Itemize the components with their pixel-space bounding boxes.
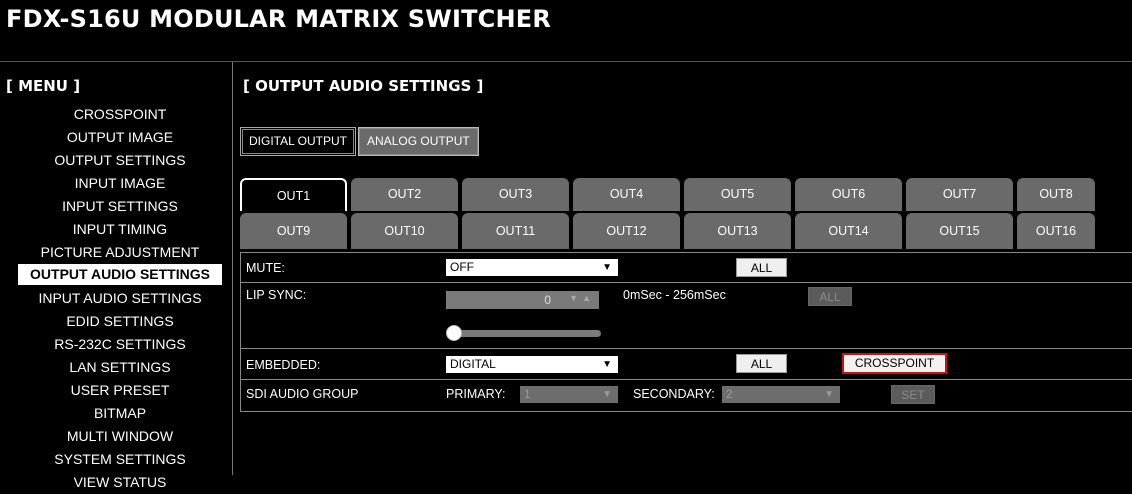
menu-item-input-timing[interactable]: INPUT TIMING <box>18 217 222 240</box>
row-mute: MUTE: OFF ▼ ALL <box>241 253 1132 283</box>
mute-select[interactable]: OFF ▼ <box>446 259 618 276</box>
tab-out5[interactable]: OUT5 <box>684 178 791 211</box>
menu-item-input-image[interactable]: INPUT IMAGE <box>18 171 222 194</box>
secondary-select-value: 2 <box>726 387 733 401</box>
tab-out15[interactable]: OUT15 <box>906 213 1013 249</box>
chevron-down-icon: ▼ <box>824 389 834 400</box>
tab-out9[interactable]: OUT9 <box>240 213 347 249</box>
tab-out10[interactable]: OUT10 <box>351 213 458 249</box>
sdi-set-button[interactable]: SET <box>891 385 935 404</box>
secondary-label: SECONDARY: <box>633 387 715 401</box>
menu-item-input-settings[interactable]: INPUT SETTINGS <box>18 194 222 217</box>
menu-item-rs232c-settings[interactable]: RS-232C SETTINGS <box>18 332 222 355</box>
menu-item-lan-settings[interactable]: LAN SETTINGS <box>18 355 222 378</box>
tab-out8[interactable]: OUT8 <box>1017 178 1095 211</box>
menu-item-edid-settings[interactable]: EDID SETTINGS <box>18 309 222 332</box>
tab-out1[interactable]: OUT1 <box>240 178 347 211</box>
menu-item-multi-window[interactable]: MULTI WINDOW <box>18 424 222 447</box>
tab-out16[interactable]: OUT16 <box>1017 213 1095 249</box>
primary-label: PRIMARY: <box>446 387 506 401</box>
menu-item-crosspoint[interactable]: CROSSPOINT <box>18 102 222 125</box>
settings-table: MUTE: OFF ▼ ALL LIP SYNC: 0 ▼▲ 0mSec - 2… <box>240 252 1132 412</box>
row-lip-sync: LIP SYNC: 0 ▼▲ 0mSec - 256mSec ALL <box>241 283 1132 349</box>
menu-item-output-image[interactable]: OUTPUT IMAGE <box>18 125 222 148</box>
sidebar-menu: [ MENU ] CROSSPOINT OUTPUT IMAGE OUTPUT … <box>0 62 233 490</box>
menu-item-bitmap[interactable]: BITMAP <box>18 401 222 424</box>
mute-label: MUTE: <box>246 261 285 275</box>
output-channel-tabs: OUT1 OUT2 OUT3 OUT4 OUT5 OUT6 OUT7 OUT8 … <box>240 178 1130 251</box>
lip-sync-slider-track[interactable] <box>454 330 601 337</box>
embedded-all-button[interactable]: ALL <box>736 354 787 373</box>
tab-analog-output[interactable]: ANALOG OUTPUT <box>358 127 479 156</box>
tab-out11[interactable]: OUT11 <box>462 213 569 249</box>
row-embedded: EMBEDDED: DIGITAL ▼ ALL CROSSPOINT <box>241 349 1132 380</box>
menu-item-system-settings[interactable]: SYSTEM SETTINGS <box>18 447 222 470</box>
menu-item-user-preset[interactable]: USER PRESET <box>18 378 222 401</box>
output-type-tabs: DIGITAL OUTPUT ANALOG OUTPUT <box>240 127 481 156</box>
crosspoint-button[interactable]: CROSSPOINT <box>842 353 947 374</box>
lip-sync-value: 0 <box>544 293 551 307</box>
embedded-select-value: DIGITAL <box>450 357 496 371</box>
embedded-select[interactable]: DIGITAL ▼ <box>446 356 618 373</box>
spinner-arrows-icon: ▼▲ <box>569 293 595 303</box>
menu-title: [ MENU ] <box>6 77 81 95</box>
chevron-down-icon: ▼ <box>602 359 612 370</box>
tab-out14[interactable]: OUT14 <box>795 213 902 249</box>
menu-item-output-settings[interactable]: OUTPUT SETTINGS <box>18 148 222 171</box>
tab-digital-output[interactable]: DIGITAL OUTPUT <box>240 127 357 156</box>
lip-sync-all-button[interactable]: ALL <box>808 287 852 306</box>
output-tabs-row-1: OUT1 OUT2 OUT3 OUT4 OUT5 OUT6 OUT7 OUT8 <box>240 178 1130 211</box>
mute-all-button[interactable]: ALL <box>736 258 787 277</box>
tab-out3[interactable]: OUT3 <box>462 178 569 211</box>
menu-item-output-audio-settings[interactable]: OUTPUT AUDIO SETTINGS <box>18 264 222 285</box>
secondary-select[interactable]: 2 ▼ <box>722 386 840 403</box>
chevron-down-icon: ▼ <box>602 262 612 273</box>
row-sdi-audio-group: SDI AUDIO GROUP PRIMARY: 1 ▼ SECONDARY: … <box>241 380 1132 410</box>
primary-select[interactable]: 1 ▼ <box>520 386 618 403</box>
menu-list: CROSSPOINT OUTPUT IMAGE OUTPUT SETTINGS … <box>18 102 222 493</box>
menu-item-input-audio-settings[interactable]: INPUT AUDIO SETTINGS <box>18 286 222 309</box>
sdi-audio-group-label: SDI AUDIO GROUP <box>246 387 359 401</box>
mute-select-value: OFF <box>450 260 474 274</box>
chevron-down-icon: ▼ <box>602 389 612 400</box>
embedded-label: EMBEDDED: <box>246 358 321 372</box>
lip-sync-range-text: 0mSec - 256mSec <box>623 288 726 302</box>
lip-sync-number-input[interactable]: 0 ▼▲ <box>446 291 599 309</box>
output-tabs-row-2: OUT9 OUT10 OUT11 OUT12 OUT13 OUT14 OUT15… <box>240 213 1130 249</box>
lip-sync-slider-thumb[interactable] <box>446 325 462 341</box>
tab-out12[interactable]: OUT12 <box>573 213 680 249</box>
tab-out4[interactable]: OUT4 <box>573 178 680 211</box>
section-title: [ OUTPUT AUDIO SETTINGS ] <box>243 77 484 95</box>
tab-out2[interactable]: OUT2 <box>351 178 458 211</box>
main-content: [ OUTPUT AUDIO SETTINGS ] DIGITAL OUTPUT… <box>233 62 1132 475</box>
lip-sync-label: LIP SYNC: <box>246 288 307 302</box>
app-title: FDX-S16U MODULAR MATRIX SWITCHER <box>6 5 552 33</box>
tab-out7[interactable]: OUT7 <box>906 178 1013 211</box>
menu-item-picture-adjustment[interactable]: PICTURE ADJUSTMENT <box>18 240 222 263</box>
tab-out13[interactable]: OUT13 <box>684 213 791 249</box>
menu-item-view-status[interactable]: VIEW STATUS <box>18 470 222 493</box>
tab-out6[interactable]: OUT6 <box>795 178 902 211</box>
primary-select-value: 1 <box>524 387 531 401</box>
